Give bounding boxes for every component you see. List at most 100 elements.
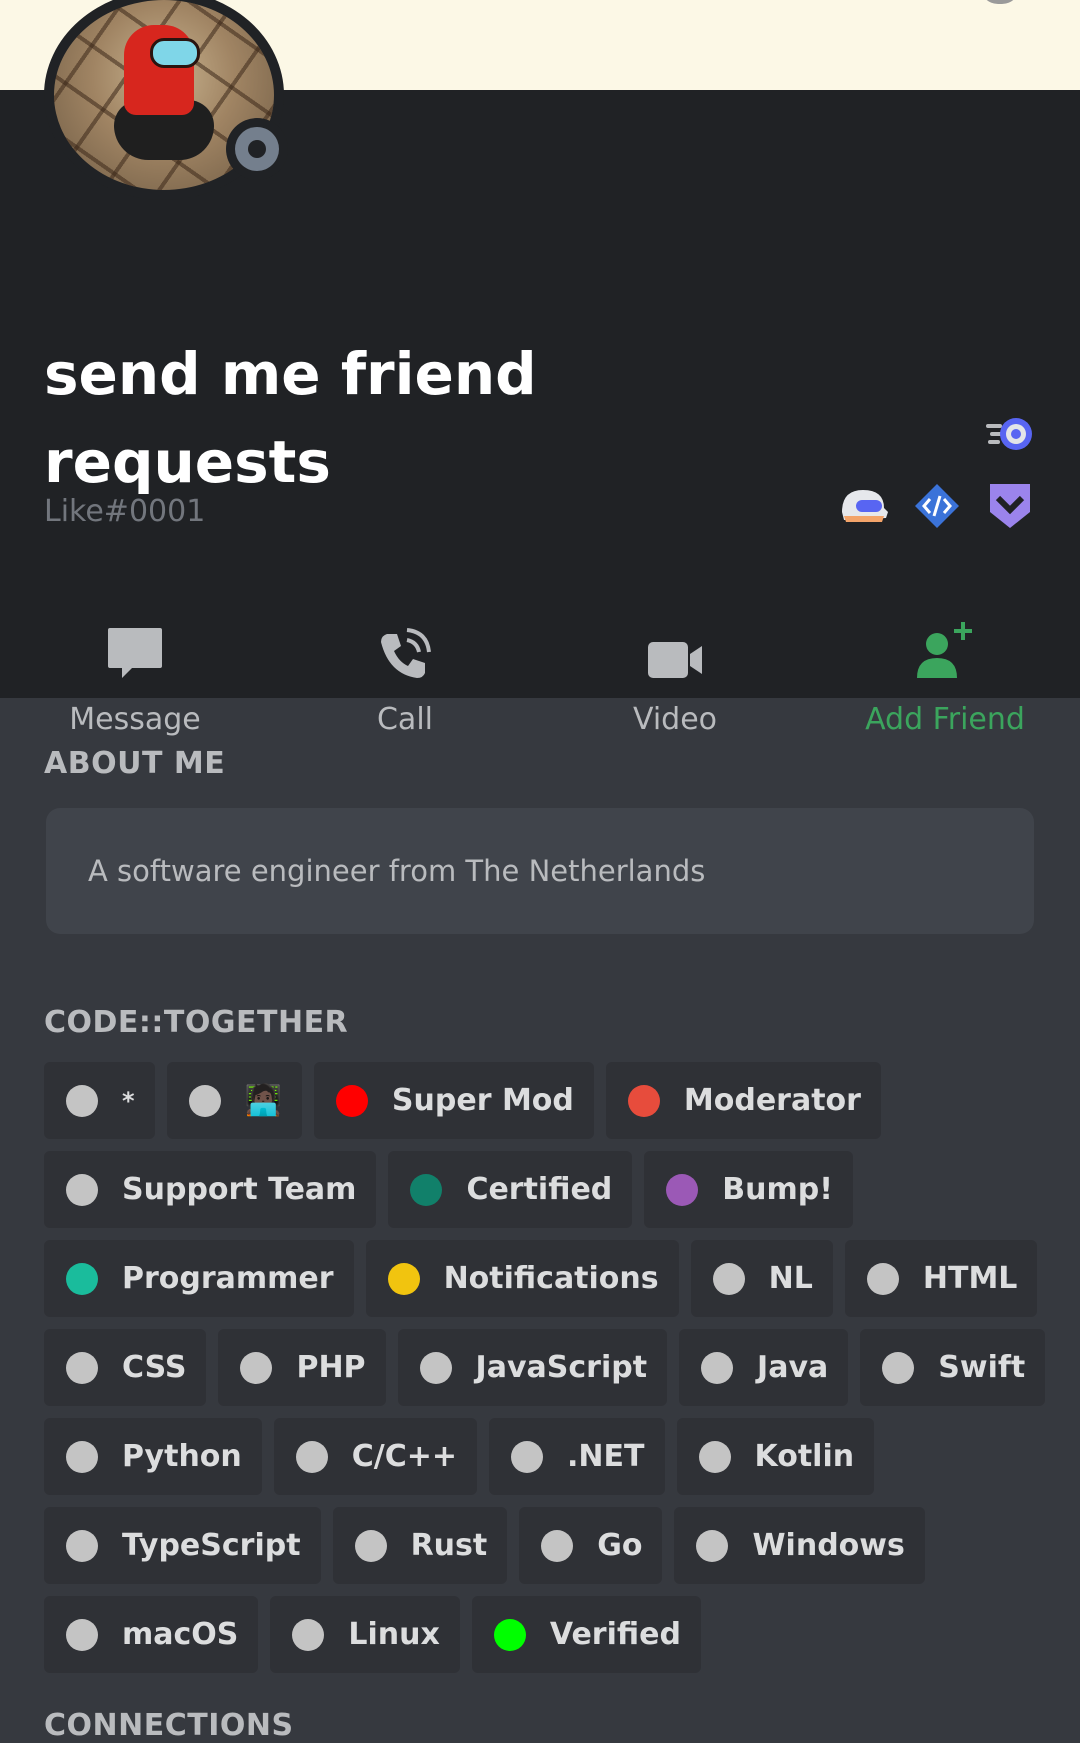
role-row: macOS Linux Verified: [44, 1596, 1044, 1673]
role-pill[interactable]: Super Mod: [313, 1062, 594, 1139]
role-color-dot: [866, 1262, 899, 1295]
connections-title: CONNECTIONS: [44, 1708, 294, 1743]
role-color-dot: [66, 1440, 98, 1473]
role-color-dot: [66, 1529, 98, 1562]
role-label: CSS: [122, 1350, 187, 1385]
role-row: Programmer Notifications NL HTML: [44, 1240, 1044, 1317]
role-label: Notifications: [443, 1261, 659, 1296]
role-pill[interactable]: C/C++: [273, 1418, 478, 1495]
server-title: CODE::TOGETHER: [44, 1005, 349, 1040]
role-pill[interactable]: TypeScript: [44, 1507, 321, 1584]
role-label: NL: [768, 1261, 813, 1296]
role-label: Python: [122, 1439, 242, 1474]
role-label: Windows: [752, 1528, 905, 1563]
video-icon: [646, 620, 704, 682]
verified-developer-icon[interactable]: [913, 482, 961, 530]
role-color-dot: [335, 1084, 368, 1117]
role-pill[interactable]: *: [44, 1062, 155, 1139]
role-pill[interactable]: Windows: [674, 1507, 925, 1584]
role-pill[interactable]: Python: [44, 1418, 262, 1495]
about-me-title: ABOUT ME: [44, 746, 226, 781]
role-row: TypeScript Rust Go Windows: [44, 1507, 1044, 1584]
early-supporter-icon[interactable]: [836, 482, 890, 530]
role-pill[interactable]: Linux: [270, 1596, 460, 1673]
role-label: C/C++: [351, 1439, 458, 1474]
role-label: HTML: [922, 1261, 1018, 1296]
hypesquad-balance-icon[interactable]: [988, 482, 1032, 530]
role-color-dot: [387, 1262, 420, 1295]
role-label: Java: [757, 1350, 829, 1385]
role-pill[interactable]: JavaScript: [397, 1329, 668, 1406]
role-pill[interactable]: Support Team: [44, 1151, 377, 1228]
role-label: JavaScript: [475, 1350, 648, 1385]
role-label: Go: [597, 1528, 643, 1563]
role-list: * 🧑🏿‍💻 Super Mod Moderator Support Team Certi…: [44, 1062, 1046, 1685]
add-friend-label: Add Friend: [865, 702, 1025, 737]
role-pill[interactable]: Swift: [860, 1329, 1046, 1406]
message-label: Message: [69, 702, 201, 737]
add-friend-button[interactable]: Add Friend: [810, 620, 1080, 770]
role-pill[interactable]: HTML: [844, 1240, 1038, 1317]
role-pill[interactable]: NL: [690, 1240, 833, 1317]
role-label: PHP: [296, 1350, 366, 1385]
role-pill[interactable]: PHP: [218, 1329, 386, 1406]
role-label: Rust: [410, 1528, 488, 1563]
role-color-dot: [696, 1529, 729, 1562]
username: send me friend requests: [44, 340, 537, 496]
role-label: .NET: [567, 1439, 645, 1474]
avatar[interactable]: [44, 0, 288, 200]
role-label: Support Team: [122, 1172, 357, 1207]
role-label: macOS: [122, 1617, 239, 1652]
video-button[interactable]: Video: [540, 620, 810, 770]
role-color-dot: [701, 1351, 734, 1384]
role-label: Linux: [348, 1617, 440, 1652]
role-label: Swift: [938, 1350, 1026, 1385]
badge-row: [836, 482, 1032, 530]
role-color-dot: [698, 1440, 731, 1473]
call-label: Call: [376, 702, 433, 737]
role-pill[interactable]: .NET: [489, 1418, 665, 1495]
video-label: Video: [632, 702, 718, 737]
message-icon: [106, 620, 164, 682]
role-row: * 🧑🏿‍💻 Super Mod Moderator: [44, 1062, 1044, 1139]
about-me-text: A software engineer from The Netherlands: [88, 854, 706, 888]
role-color-dot: [66, 1618, 98, 1651]
role-pill[interactable]: 🧑🏿‍💻: [166, 1062, 302, 1139]
user-tag: Like#0001: [44, 494, 206, 529]
role-label: TypeScript: [122, 1528, 301, 1563]
role-color-dot: [627, 1084, 660, 1117]
role-pill[interactable]: Bump!: [644, 1151, 853, 1228]
role-pill[interactable]: Go: [519, 1507, 663, 1584]
role-pill[interactable]: Verified: [471, 1596, 701, 1673]
role-color-dot: [188, 1084, 221, 1117]
role-color-dot: [712, 1262, 745, 1295]
role-color-dot: [66, 1084, 98, 1117]
role-pill[interactable]: Moderator: [605, 1062, 881, 1139]
role-pill[interactable]: macOS: [44, 1596, 259, 1673]
role-color-dot: [419, 1351, 452, 1384]
role-label: 🧑🏿‍💻: [244, 1083, 282, 1118]
role-label: Certified: [466, 1172, 613, 1207]
role-pill[interactable]: CSS: [44, 1329, 207, 1406]
role-row: Support Team Certified Bump!: [44, 1151, 1044, 1228]
role-pill[interactable]: Certified: [388, 1151, 633, 1228]
role-color-dot: [511, 1440, 544, 1473]
role-pill[interactable]: Kotlin: [676, 1418, 875, 1495]
add-friend-icon: [913, 620, 977, 682]
role-color-dot: [66, 1262, 98, 1295]
role-pill[interactable]: Rust: [332, 1507, 508, 1584]
status-offline-icon: [226, 118, 288, 180]
role-label: *: [122, 1086, 135, 1115]
role-color-dot: [292, 1618, 325, 1651]
role-row: CSS PHP JavaScript Java Swift: [44, 1329, 1046, 1406]
role-color-dot: [66, 1351, 98, 1384]
call-button[interactable]: Call: [270, 620, 540, 770]
role-label: Kotlin: [754, 1439, 855, 1474]
role-pill[interactable]: Java: [679, 1329, 849, 1406]
role-label: Programmer: [122, 1261, 334, 1296]
role-color-dot: [354, 1529, 387, 1562]
hypesquad-icon[interactable]: [986, 414, 1034, 454]
role-label: Moderator: [683, 1083, 861, 1118]
role-pill[interactable]: Notifications: [365, 1240, 679, 1317]
role-pill[interactable]: Programmer: [44, 1240, 354, 1317]
